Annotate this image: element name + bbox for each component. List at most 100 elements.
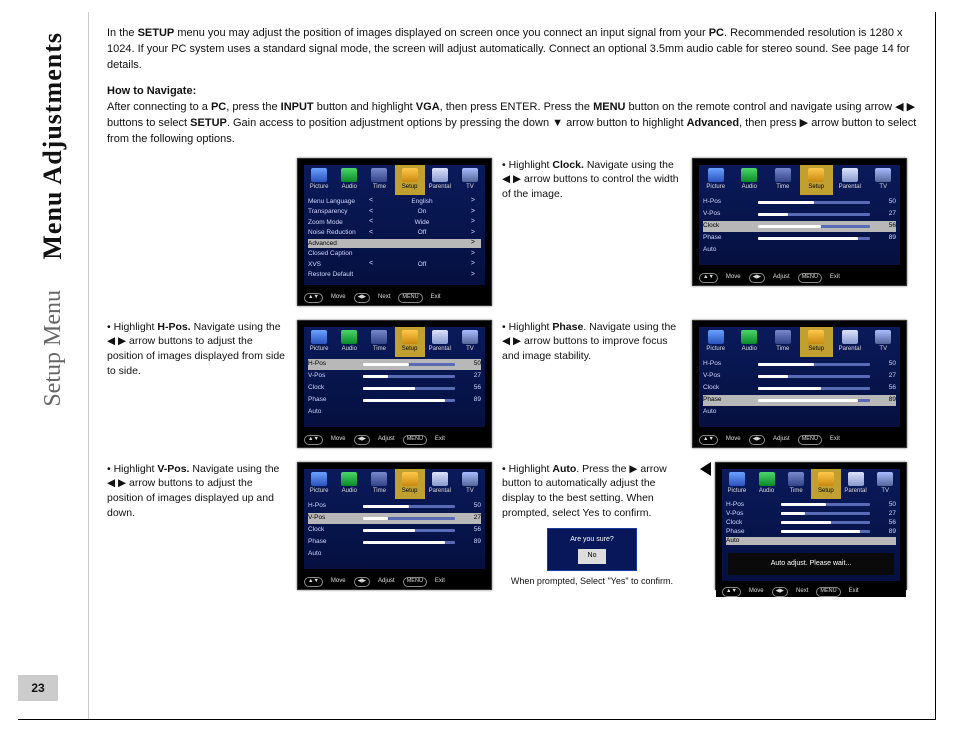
osd-tab-picture: Picture [699, 327, 733, 357]
tv-icon [877, 472, 893, 486]
osd-tab-time: Time [766, 165, 800, 195]
setup-icon [402, 330, 418, 344]
osd-tab-time: Time [766, 327, 800, 357]
text: Navigate using the ◀ ▶ arrow buttons to … [107, 463, 279, 519]
osd-tab-label: Picture [310, 183, 329, 192]
osd-tab-label: Setup [808, 183, 824, 192]
setup-icon [402, 472, 418, 486]
desc-clock: Highlight Clock. Navigate using the ◀ ▶ … [502, 158, 682, 306]
prompt-no-button[interactable]: No [578, 549, 607, 563]
layout-grid: PictureAudioTimeSetupParentalTV Menu Lan… [107, 158, 917, 590]
osd-tab-picture: Picture [304, 469, 334, 499]
desc-phase: Highlight Phase. Navigate using the ◀ ▶ … [502, 320, 682, 448]
footer-label: Exit [830, 273, 840, 282]
osd-row: XVS<Off> [308, 260, 481, 270]
osd-tab-picture: Picture [304, 165, 334, 195]
left-rail: Menu Adjustments Setup Menu 23 [18, 12, 88, 719]
picture-icon [311, 168, 327, 182]
footer-label: Move [331, 577, 346, 586]
desc-auto: Highlight Auto. Press the ▶ arrow button… [502, 462, 682, 521]
osd-row: Zoom Mode<Wide> [308, 218, 481, 228]
desc-hpos: Highlight H-Pos. Navigate using the ◀ ▶ … [107, 320, 287, 448]
osd-tab-label: Time [373, 183, 386, 192]
osd-tab-label: Parental [844, 487, 866, 496]
time-icon [371, 168, 387, 182]
osd-clock: PictureAudioTimeSetupParentalTV H-Pos50V… [692, 158, 907, 286]
audio-icon [741, 330, 757, 344]
footer-label: Move [331, 293, 346, 302]
osd-rows: H-Pos50V-Pos27Clock56Phase89Auto [722, 499, 900, 547]
key-icon: ▲▼ [699, 435, 718, 445]
osd-tab-label: TV [879, 183, 887, 192]
parental-icon [848, 472, 864, 486]
osd-tab-label: Picture [706, 183, 725, 192]
footer-label: Exit [435, 577, 445, 586]
text-bold: VGA [416, 101, 440, 113]
osd-row-v-pos: V-Pos27 [703, 209, 896, 220]
osd-tab-label: Audio [342, 345, 357, 354]
key-icon: ▲▼ [304, 293, 323, 303]
desc-vpos: Highlight V-Pos. Navigate using the ◀ ▶ … [107, 462, 287, 590]
osd-tab-parental: Parental [425, 165, 455, 195]
osd-tab-tv: TV [867, 327, 901, 357]
content-area: In the SETUP menu you may adjust the pos… [88, 12, 935, 719]
osd-tab-picture: Picture [722, 469, 752, 499]
nav-heading: How to Navigate: [107, 84, 917, 100]
osd-tab-parental: Parental [425, 469, 455, 499]
pointer-icon [700, 462, 711, 476]
section-title: Menu Adjustments [38, 32, 68, 260]
osd-tab-tv: TV [455, 327, 485, 357]
osd-row-clock: Clock56 [308, 525, 481, 536]
osd-row-h-pos: H-Pos50 [308, 501, 481, 512]
osd-row-clock: Clock56 [726, 519, 896, 527]
footer-label: Adjust [773, 273, 790, 282]
osd-tab-label: Parental [429, 183, 451, 192]
key-icon: ▲▼ [304, 577, 323, 587]
osd-footer: ▲▼Move ◀▶Next MENUExit [716, 587, 906, 597]
osd-row-phase: Phase89 [308, 395, 481, 406]
osd-tab-label: Picture [310, 345, 329, 354]
osd-tab-tv: TV [870, 469, 900, 499]
osd-row-auto: Auto [703, 245, 896, 256]
osd-tab-audio: Audio [334, 469, 364, 499]
key-icon: MENU [798, 435, 822, 445]
tv-icon [462, 472, 478, 486]
osd-tab-label: Setup [808, 345, 824, 354]
osd-tab-label: Parental [429, 487, 451, 496]
time-icon [788, 472, 804, 486]
text: . Navigate using the ◀ ▶ arrow buttons t… [502, 321, 676, 362]
osd-tab-label: TV [881, 487, 889, 496]
osd-auto: PictureAudioTimeSetupParentalTV H-Pos50V… [715, 462, 907, 590]
osd-auto-wrap: PictureAudioTimeSetupParentalTV H-Pos50V… [692, 462, 907, 590]
picture-icon [708, 330, 724, 344]
key-icon: ◀▶ [749, 435, 765, 445]
osd-tab-label: Parental [839, 345, 861, 354]
footer-label: Move [726, 273, 741, 282]
auto-status: Auto adjust. Please wait... [728, 553, 894, 575]
text: button and highlight [314, 101, 416, 113]
time-icon [775, 168, 791, 182]
audio-icon [759, 472, 775, 486]
footer-label: Adjust [378, 577, 395, 586]
osd-tab-tv: TV [455, 469, 485, 499]
osd-row-clock: Clock56 [703, 221, 896, 232]
osd-vpos: PictureAudioTimeSetupParentalTV H-Pos50V… [297, 462, 492, 590]
audio-icon [341, 330, 357, 344]
prompt-dialog: Are you sure? No [547, 528, 637, 570]
osd-tab-label: Setup [402, 183, 418, 192]
footer-label: Exit [435, 435, 445, 444]
osd-tabs: PictureAudioTimeSetupParentalTV [722, 469, 900, 499]
text: . Press the ▶ arrow button to automatica… [502, 463, 667, 519]
osd-row-v-pos: V-Pos27 [308, 371, 481, 382]
picture-icon [311, 330, 327, 344]
osd-row-v-pos: V-Pos27 [703, 371, 896, 382]
osd-tab-parental: Parental [841, 469, 871, 499]
osd-rows: H-Pos50V-Pos27Clock56Phase89Auto [699, 195, 900, 265]
text: Navigate using the ◀ ▶ arrow buttons to … [107, 321, 285, 377]
osd-tab-label: TV [466, 183, 474, 192]
osd-rows: H-Pos50V-Pos27Clock56Phase89Auto [304, 357, 485, 427]
osd-tab-label: Audio [342, 487, 357, 496]
prompt-dialog-wrap: Are you sure? No When prompted, Select "… [502, 528, 682, 587]
osd-tab-parental: Parental [833, 327, 867, 357]
key-icon: ◀▶ [772, 587, 788, 597]
